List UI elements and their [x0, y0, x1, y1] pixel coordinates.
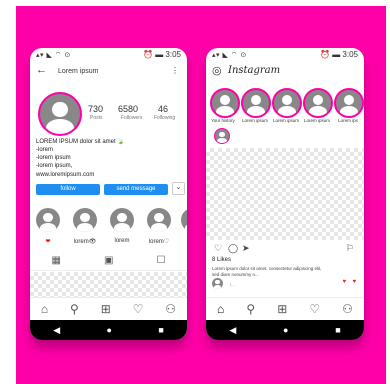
followers-count: 6580	[118, 104, 139, 114]
post-author-avatar[interactable]	[214, 128, 230, 144]
search-icon[interactable]: ⚲	[70, 302, 79, 316]
story-avatar[interactable]	[210, 88, 240, 118]
camera-icon[interactable]: ◎	[212, 64, 222, 77]
reaction-heart-icon[interactable]: ♥	[352, 279, 356, 285]
commenter-avatar	[212, 278, 223, 289]
likes-count: 8 Likes	[212, 257, 232, 263]
caption-line: Lorem ipsum dolor sit amet, consectetur …	[212, 266, 322, 271]
reaction-heart-icon[interactable]: ♥	[342, 279, 346, 285]
android-nav-bar: ◀ ● ■	[206, 320, 364, 340]
android-nav-bar: ◀ ● ■	[30, 320, 187, 340]
tagged-icon[interactable]: ☐	[156, 255, 165, 266]
profile-phone: ▴▾ ◣ ⌔ ⊙ ⏰ ▬ 3:05 ← Lorem ipsum ⋮ 730 Po…	[30, 48, 187, 340]
profile-icon[interactable]: ⚇	[165, 302, 176, 316]
status-icons: ▴▾ ◣ ⌔ ⊙	[212, 52, 247, 59]
search-icon[interactable]: ⚲	[246, 302, 255, 316]
status-time: ⏰ ▬ 3:05	[143, 50, 181, 59]
story-label: Your history	[211, 118, 235, 123]
story-avatar[interactable]	[272, 88, 302, 118]
posts-count: 730	[88, 104, 104, 114]
status-bar: ▴▾ ◣ ⌔ ⊙ ⏰ ▬ 3:05	[30, 48, 187, 62]
highlight-avatar[interactable]	[181, 208, 187, 232]
bio-line: -lorem ipsum,	[36, 163, 73, 169]
story-label: Lorem ips	[338, 118, 358, 123]
following-count: 46	[158, 104, 169, 114]
save-icon[interactable]: ⚐	[346, 243, 354, 254]
add-post-icon[interactable]: ⊞	[277, 302, 287, 316]
follow-button[interactable]: follow	[36, 184, 100, 195]
home-nav-icon[interactable]: ●	[283, 325, 288, 335]
home-icon[interactable]: ⌂	[41, 302, 48, 316]
highlight-avatar[interactable]	[36, 208, 60, 232]
posts-label: Posts	[90, 115, 103, 121]
following-label: Following	[154, 115, 176, 121]
heart-icon[interactable]: ♡	[309, 302, 320, 316]
story-label: Lorem ipsum	[272, 118, 299, 123]
highlight-avatar[interactable]	[73, 208, 97, 232]
highlight-avatar[interactable]	[110, 208, 134, 232]
status-bar: ▴▾ ◣ ⌔ ⊙ ⏰ ▬ 3:05	[206, 48, 364, 62]
feed-phone: ▴▾ ◣ ⌔ ⊙ ⏰ ▬ 3:05 ◎ Instagram Your histo…	[206, 48, 364, 340]
followers-label: Followers	[121, 115, 143, 121]
recent-nav-icon[interactable]: ■	[158, 325, 163, 335]
post-image[interactable]	[206, 148, 364, 240]
share-icon[interactable]: ➤	[242, 243, 250, 254]
send-message-button[interactable]: send message	[104, 184, 168, 195]
highlight-label: lorem♡	[148, 239, 170, 245]
recent-nav-icon[interactable]: ■	[335, 325, 340, 335]
add-post-icon[interactable]: ⊞	[101, 302, 111, 316]
instagram-logo: Instagram	[228, 65, 281, 76]
back-nav-icon[interactable]: ◀	[53, 325, 60, 336]
comment-icon[interactable]: ◯	[228, 243, 238, 254]
bottom-tab-bar: ⌂ ⚲ ⊞ ♡ ⚇	[30, 297, 187, 320]
pink-background: ▴▾ ◣ ⌔ ⊙ ⏰ ▬ 3:05 ← Lorem ipsum ⋮ 730 Po…	[16, 6, 386, 384]
bottom-tab-bar: ⌂ ⚲ ⊞ ♡ ⚇	[206, 297, 364, 320]
status-time: ⏰ ▬ 3:05	[320, 50, 358, 59]
bio-line: LOREM IPSUM dolor sit amet 🍃	[36, 139, 125, 145]
profile-icon[interactable]: ⚇	[342, 302, 353, 316]
status-icons: ▴▾ ◣ ⌔ ⊙	[36, 52, 71, 59]
highlight-avatar[interactable]	[147, 208, 171, 232]
bio-link[interactable]: www.loremipsum.com	[36, 172, 94, 178]
story-avatar[interactable]	[303, 88, 333, 118]
profile-username: Lorem ipsum	[58, 68, 99, 75]
story-label: Lorem ipsum	[303, 118, 330, 123]
caption-line: sed diam nonummy n...	[212, 272, 259, 277]
profile-view-tabs: ▦ ▣ ☐	[30, 250, 187, 271]
more-dropdown-button[interactable]: ⌄	[172, 182, 185, 195]
profile-avatar[interactable]	[38, 92, 82, 136]
story-avatar[interactable]	[241, 88, 271, 118]
menu-icon[interactable]: ⋮	[171, 66, 179, 75]
bio-line: -lorem ipsum	[36, 155, 71, 161]
highlight-label: lorem	[114, 238, 130, 244]
comment-field[interactable]: t...	[230, 282, 235, 287]
home-icon[interactable]: ⌂	[217, 302, 224, 316]
back-arrow-icon[interactable]: ←	[36, 64, 47, 76]
highlight-label: ❤	[45, 239, 51, 245]
grid-icon[interactable]: ▦	[52, 255, 61, 266]
like-icon[interactable]: ♡	[214, 243, 222, 254]
back-nav-icon[interactable]: ◀	[229, 325, 236, 336]
posts-grid	[30, 272, 187, 298]
heart-icon[interactable]: ♡	[133, 302, 144, 316]
story-label: Lorem ipsum	[241, 118, 268, 123]
bio-line: -lorem	[36, 147, 54, 153]
story-avatar[interactable]	[334, 88, 364, 118]
igtv-icon[interactable]: ▣	[104, 255, 113, 266]
highlight-label: lorem👁	[73, 239, 97, 245]
home-nav-icon[interactable]: ●	[107, 325, 112, 335]
